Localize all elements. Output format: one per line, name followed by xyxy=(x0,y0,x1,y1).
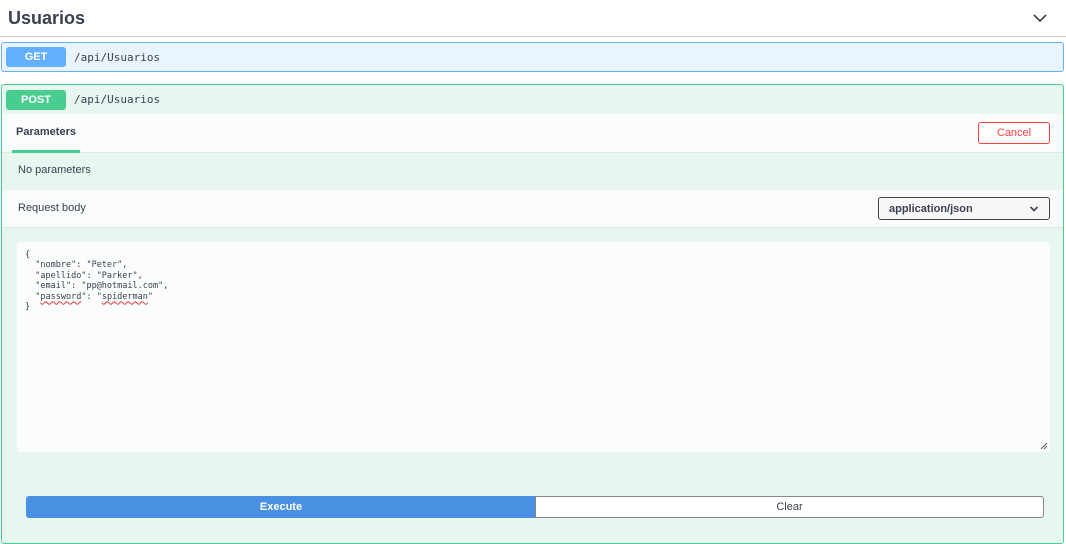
body-key: "nombre" xyxy=(35,260,77,271)
body-value: "pp@hotmail.com", xyxy=(81,281,169,292)
body-quote: " xyxy=(147,291,154,302)
body-quote: " xyxy=(81,291,87,302)
clear-button[interactable]: Clear xyxy=(535,496,1044,518)
request-body-textarea[interactable]: { "nombre": "Peter", "apellido": "Parker… xyxy=(17,242,1050,452)
parameters-header: Parameters Cancel xyxy=(2,114,1063,153)
section-header-usuarios[interactable]: Usuarios xyxy=(0,0,1066,37)
execute-button[interactable]: Execute xyxy=(26,496,536,518)
section-title: Usuarios xyxy=(8,7,86,28)
get-method-badge: GET xyxy=(6,47,66,67)
chevron-down-icon[interactable] xyxy=(1030,8,1050,28)
request-body-header: Request body application/json xyxy=(2,190,1063,228)
content-type-select[interactable]: application/json xyxy=(878,197,1050,220)
cancel-button[interactable]: Cancel xyxy=(978,122,1050,144)
body-value: "Peter", xyxy=(86,260,128,271)
body-key: "apellido" xyxy=(35,270,87,281)
body-line: } xyxy=(25,302,31,313)
resize-handle-icon[interactable] xyxy=(1040,442,1048,450)
body-value-misspelled: spiderman xyxy=(101,291,148,302)
body-key: "email" xyxy=(35,281,72,292)
content-type-value: application/json xyxy=(889,202,973,215)
get-operation-summary[interactable]: GET /api/Usuarios xyxy=(1,42,1064,72)
body-value: "Parker", xyxy=(96,270,143,281)
tab-parameters[interactable]: Parameters xyxy=(12,114,80,153)
request-body-label: Request body xyxy=(18,202,86,214)
post-operation-block: POST /api/Usuarios Parameters Cancel No … xyxy=(1,84,1064,544)
post-operation-path: /api/Usuarios xyxy=(74,92,161,106)
post-method-badge: POST xyxy=(6,89,66,110)
chevron-down-icon xyxy=(1029,205,1039,212)
body-key-misspelled: password xyxy=(40,291,82,302)
post-operation-summary[interactable]: POST /api/Usuarios xyxy=(2,85,1063,113)
get-operation-path: /api/Usuarios xyxy=(74,50,161,64)
no-parameters-text: No parameters xyxy=(18,164,91,176)
body-line: { xyxy=(25,250,31,260)
